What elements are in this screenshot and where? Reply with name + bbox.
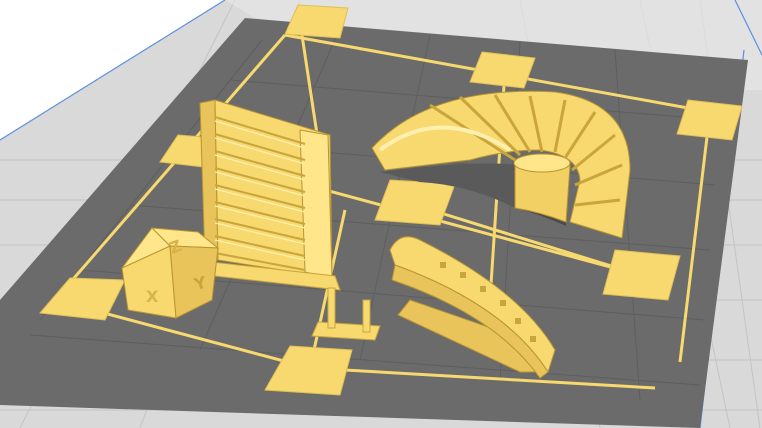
build-plate-viewport[interactable]: Z X Y: [0, 0, 762, 428]
mouse-ear-pad: [374, 179, 456, 226]
scene-canvas[interactable]: Z X Y: [0, 0, 762, 428]
stringing-pin: [362, 299, 371, 333]
mouse-ear-pad: [676, 99, 743, 141]
mouse-ear-pad: [469, 51, 536, 89]
cube-label-x: X: [146, 287, 159, 306]
stringing-pin: [327, 287, 336, 329]
mouse-ear-pad: [602, 249, 681, 301]
